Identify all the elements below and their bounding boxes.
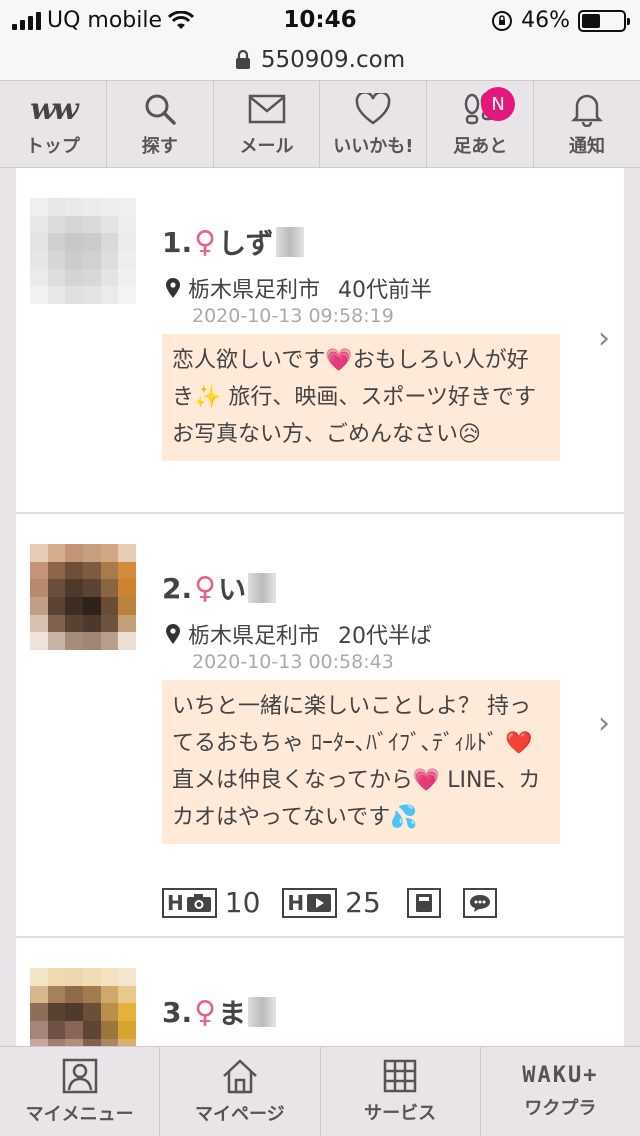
rank: 2. xyxy=(162,571,193,605)
timestamp: 2020-10-13 00:58:43 xyxy=(192,651,394,673)
location-row: 栃木県足利市 20代半ば xyxy=(164,618,432,650)
battery-group: 46% xyxy=(491,8,630,33)
photo-count: 10 xyxy=(224,886,261,919)
lock-icon xyxy=(235,50,250,69)
profile-card[interactable]: 3. ♀ ま xyxy=(16,938,624,1048)
nav-footprints[interactable]: 足あと N xyxy=(427,81,535,167)
avatar[interactable] xyxy=(30,198,136,304)
photo-badge-label: H xyxy=(167,890,184,915)
nav-footprints-label: 足あと xyxy=(453,136,508,157)
orientation-lock-icon xyxy=(492,10,513,31)
chevron-right-icon[interactable]: › xyxy=(598,706,610,741)
profile-message: 恋人欲しいです💗おもしろい人が好き✨ 旅行、映画、スポーツ好きです お写真ない方… xyxy=(162,334,560,461)
profile-name: しず xyxy=(218,227,274,260)
person-icon xyxy=(62,1058,97,1093)
name-mask xyxy=(248,997,277,1027)
nav-top[interactable]: ww トップ xyxy=(0,81,107,167)
age-text: 40代前半 xyxy=(338,278,433,303)
nav-notification-label: 通知 xyxy=(569,136,606,157)
top-nav: ww トップ 探す メール いいかも! 足あと N 通知 xyxy=(0,80,640,168)
profile-name-row: 2. ♀ い xyxy=(162,568,277,608)
avatar[interactable] xyxy=(30,968,136,1048)
bottom-nav-my-menu-label: マイメニュー xyxy=(25,1103,134,1125)
profile-name-row: 3. ♀ ま xyxy=(162,992,277,1032)
bottom-nav-wakupura-label: ワクプラ xyxy=(524,1098,597,1119)
profile-name: い xyxy=(218,573,247,606)
video-count: 25 xyxy=(345,886,381,919)
nav-top-label: トップ xyxy=(25,136,80,157)
location-row: 栃木県足利市 40代前半 xyxy=(164,272,432,304)
calculator-badge[interactable] xyxy=(406,887,441,918)
video-badge-label: H xyxy=(287,890,305,915)
timestamp: 2020-10-13 09:58:19 xyxy=(192,305,394,327)
status-bar: UQ mobile 10:46 46% xyxy=(0,0,640,40)
name-mask xyxy=(248,573,277,603)
battery-icon xyxy=(578,9,630,32)
rank: 1. xyxy=(162,225,193,259)
battery-level xyxy=(582,13,601,28)
video-badge[interactable]: H xyxy=(282,887,338,918)
nav-mail-label: メール xyxy=(239,136,294,157)
bottom-nav-services-label: サービス xyxy=(364,1102,437,1124)
bottom-nav-services[interactable]: サービス xyxy=(321,1047,481,1136)
age-text: 20代半ば xyxy=(338,624,433,649)
chat-badge[interactable] xyxy=(462,887,497,918)
profile-list: 1. ♀ しず 栃木県足利市 40代前半 2020-10-13 09:58:19… xyxy=(16,168,624,1048)
nav-mail[interactable]: メール xyxy=(214,81,321,167)
waku-logo-icon: WAKU+ xyxy=(522,1063,599,1088)
heart-icon xyxy=(356,93,391,125)
bottom-nav-my-menu[interactable]: マイメニュー xyxy=(0,1047,161,1136)
profile-message: いちと一緒に楽しいことしよ？ 持ってるおもちゃ ﾛｰﾀｰ､ﾊﾞｲﾌﾞ､ﾃﾞｨﾙﾄ… xyxy=(162,680,560,844)
url-bar[interactable]: 550909.com xyxy=(0,40,640,80)
camera-icon xyxy=(186,893,211,912)
name-mask xyxy=(275,227,304,257)
bottom-nav-wakupura[interactable]: WAKU+ ワクプラ xyxy=(481,1047,640,1136)
nav-search-label: 探す xyxy=(141,136,178,157)
nav-like[interactable]: いいかも! xyxy=(320,81,428,167)
profile-name: ま xyxy=(218,997,247,1030)
new-badge: N xyxy=(481,87,516,121)
bell-icon xyxy=(571,94,604,127)
home-icon xyxy=(223,1059,257,1093)
female-icon: ♀ xyxy=(194,994,217,1030)
bottom-nav: マイメニュー マイページ サービス WAKU+ ワクプラ xyxy=(0,1046,640,1136)
play-icon xyxy=(307,893,332,912)
location-text: 栃木県足利市 xyxy=(188,624,321,649)
mail-icon xyxy=(248,94,285,124)
chevron-right-icon[interactable]: › xyxy=(598,321,610,356)
calculator-icon xyxy=(415,893,432,912)
url-text[interactable]: 550909.com xyxy=(261,47,405,73)
female-icon: ♀ xyxy=(194,570,217,606)
chat-bubble-icon xyxy=(469,894,490,912)
profile-card[interactable]: 2. ♀ い 栃木県足利市 20代半ば 2020-10-13 00:58:43 … xyxy=(16,514,624,938)
bottom-nav-my-page[interactable]: マイページ xyxy=(160,1047,321,1136)
rank: 3. xyxy=(162,995,193,1029)
ww-logo-icon: ww xyxy=(30,91,79,127)
location-text: 栃木県足利市 xyxy=(188,278,321,303)
search-icon xyxy=(145,94,176,125)
location-pin-icon xyxy=(166,278,180,298)
location-pin-icon xyxy=(166,624,180,644)
photo-badge[interactable]: H xyxy=(162,887,217,918)
media-badges: H 10 H 25 xyxy=(162,886,497,919)
nav-search[interactable]: 探す xyxy=(107,81,214,167)
profile-name-row: 1. ♀ しず xyxy=(162,222,304,262)
nav-like-label: いいかも! xyxy=(333,136,414,157)
avatar[interactable] xyxy=(30,544,136,650)
battery-percent: 46% xyxy=(521,8,570,33)
bottom-nav-my-page-label: マイページ xyxy=(195,1103,285,1125)
nav-notification[interactable]: 通知 xyxy=(534,81,640,167)
profile-card[interactable]: 1. ♀ しず 栃木県足利市 40代前半 2020-10-13 09:58:19… xyxy=(16,168,624,514)
grid-icon xyxy=(383,1059,417,1092)
female-icon: ♀ xyxy=(194,224,217,260)
